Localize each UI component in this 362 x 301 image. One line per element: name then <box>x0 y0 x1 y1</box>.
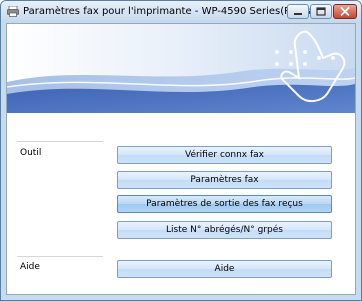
close-button[interactable] <box>333 4 357 19</box>
maximize-icon <box>316 7 326 16</box>
help-separator <box>17 256 103 257</box>
fax-settings-button[interactable]: Paramètres fax <box>117 171 332 189</box>
fax-settings-window: Paramètres fax pour l'imprimante - WP-45… <box>0 0 362 301</box>
received-fax-output-settings-button[interactable]: Paramètres de sortie des fax reçus <box>117 195 332 213</box>
tool-separator <box>17 141 103 142</box>
content-panel: Outil Vérifier connx fax Paramètres fax … <box>6 23 356 295</box>
window-title: Paramètres fax pour l'imprimante - WP-45… <box>23 6 325 17</box>
title-bar[interactable]: Paramètres fax pour l'imprimante - WP-45… <box>1 1 361 23</box>
speed-dial-group-list-button[interactable]: Liste N° abrégés/N° grpés <box>117 221 332 239</box>
maximize-button[interactable] <box>310 4 332 19</box>
help-section-label: Aide <box>20 262 40 272</box>
help-button[interactable]: Aide <box>117 260 332 278</box>
tool-section-label: Outil <box>20 148 42 158</box>
minimize-icon <box>294 13 302 15</box>
printer-fax-icon <box>7 6 19 17</box>
minimize-button[interactable] <box>287 4 309 19</box>
banner-image <box>7 24 355 113</box>
check-fax-connection-button[interactable]: Vérifier connx fax <box>117 146 332 164</box>
close-icon <box>340 7 350 16</box>
